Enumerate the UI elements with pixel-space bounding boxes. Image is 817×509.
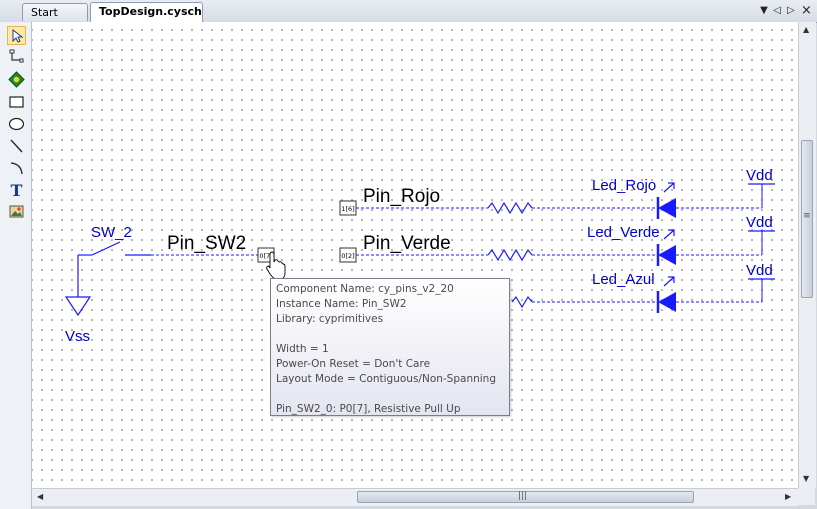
resistor-verde[interactable] — [487, 248, 533, 262]
scrollbar-corner — [798, 488, 815, 505]
ground-symbol[interactable] — [64, 296, 92, 317]
tab-start-page[interactable]: Start Page — [22, 3, 88, 37]
resistor-rojo[interactable] — [487, 201, 533, 215]
pin-verde-component[interactable]: 0[2] Pin_Verde — [339, 233, 451, 263]
tab-prev-icon[interactable]: ◁ — [772, 4, 782, 18]
vdd-3-label: Vdd — [746, 262, 773, 279]
ellipse-tool-icon[interactable] — [7, 114, 26, 133]
close-tab-icon[interactable]: × — [801, 4, 812, 18]
led-rojo-label: Led_Rojo — [592, 177, 656, 194]
tab-list-dropdown-icon[interactable]: ▼ — [759, 4, 769, 18]
led-verde-label: Led_Verde — [587, 224, 660, 241]
led-verde-symbol[interactable] — [656, 229, 676, 266]
scroll-right-icon[interactable]: ▶ — [785, 492, 791, 501]
tooltip-instance-name: Instance Name: Pin_SW2 — [276, 298, 407, 310]
schematic-drawing: 1[6] Pin_Rojo Led_Rojo Vdd 0[2] Pin_Verd… — [64, 167, 775, 345]
vertical-scroll-thumb[interactable]: ≡ — [801, 140, 813, 298]
pointer-tool-icon[interactable] — [7, 26, 26, 45]
component-tool-icon[interactable] — [7, 70, 26, 89]
pin-rojo-component[interactable]: 1[6] Pin_Rojo — [339, 186, 440, 216]
horizontal-grip-icon: ||| — [518, 491, 528, 501]
scroll-down-icon[interactable]: ▼ — [803, 474, 809, 483]
led-azul-symbol[interactable] — [656, 276, 676, 313]
tooltip-width: Width = 1 — [276, 343, 329, 355]
led-rojo-symbol[interactable] — [656, 182, 676, 219]
tooltip-layout-mode: Layout Mode = Contiguous/Non-Spanning — [276, 373, 496, 385]
scroll-up-icon[interactable]: ▲ — [803, 25, 809, 34]
wire-tool-icon[interactable] — [7, 48, 26, 67]
tooltip-pin-mapping: Pin_SW2_0: P0[7], Resistive Pull Up — [276, 403, 461, 415]
pin-verde-port: 0[2] — [341, 252, 354, 260]
pin-verde-label: Pin_Verde — [363, 233, 451, 254]
image-tool-icon[interactable] — [7, 202, 26, 221]
tooltip-component-name: Component Name: cy_pins_v2_20 — [276, 283, 454, 295]
scroll-left-icon[interactable]: ◀ — [37, 492, 43, 501]
vertical-grip-icon: ≡ — [803, 211, 811, 221]
text-tool-icon[interactable]: T — [7, 180, 26, 200]
horizontal-scroll-thumb[interactable]: ||| — [357, 491, 694, 503]
pin-rojo-label: Pin_Rojo — [363, 186, 440, 207]
arc-tool-icon[interactable] — [7, 158, 26, 177]
switch-symbol[interactable] — [78, 241, 151, 256]
document-tab-bar: Start Page TopDesign.cysch ▼ ◁ ▷ × — [0, 0, 817, 37]
resistor-azul[interactable] — [511, 295, 533, 309]
vdd-1-label: Vdd — [746, 167, 773, 184]
tab-next-icon[interactable]: ▷ — [786, 4, 796, 18]
led-azul-label: Led_Azul — [592, 271, 655, 288]
line-tool-icon[interactable] — [7, 136, 26, 155]
pin-sw2-label: Pin_SW2 — [167, 233, 246, 254]
ground-label: Vss — [65, 328, 90, 345]
switch-label: SW_2 — [91, 224, 132, 241]
component-tooltip: Component Name: cy_pins_v2_20 Instance N… — [270, 278, 510, 416]
tab-topdesign[interactable]: TopDesign.cysch — [90, 2, 203, 23]
rectangle-tool-icon[interactable] — [7, 92, 26, 111]
vertical-scrollbar[interactable]: ▲ ≡ ▼ — [798, 22, 816, 488]
tooltip-library: Library: cyprimitives — [276, 313, 384, 325]
pin-rojo-port: 1[6] — [341, 205, 354, 213]
vdd-2-label: Vdd — [746, 214, 773, 231]
schematic-toolbox: T — [0, 22, 32, 509]
tooltip-power-on-reset: Power-On Reset = Don't Care — [276, 358, 431, 370]
schematic-canvas[interactable]: 1[6] Pin_Rojo Led_Rojo Vdd 0[2] Pin_Verd… — [32, 22, 798, 488]
horizontal-scrollbar[interactable]: ◀ ||| ▶ — [32, 488, 798, 506]
svg-text:T: T — [11, 181, 23, 199]
